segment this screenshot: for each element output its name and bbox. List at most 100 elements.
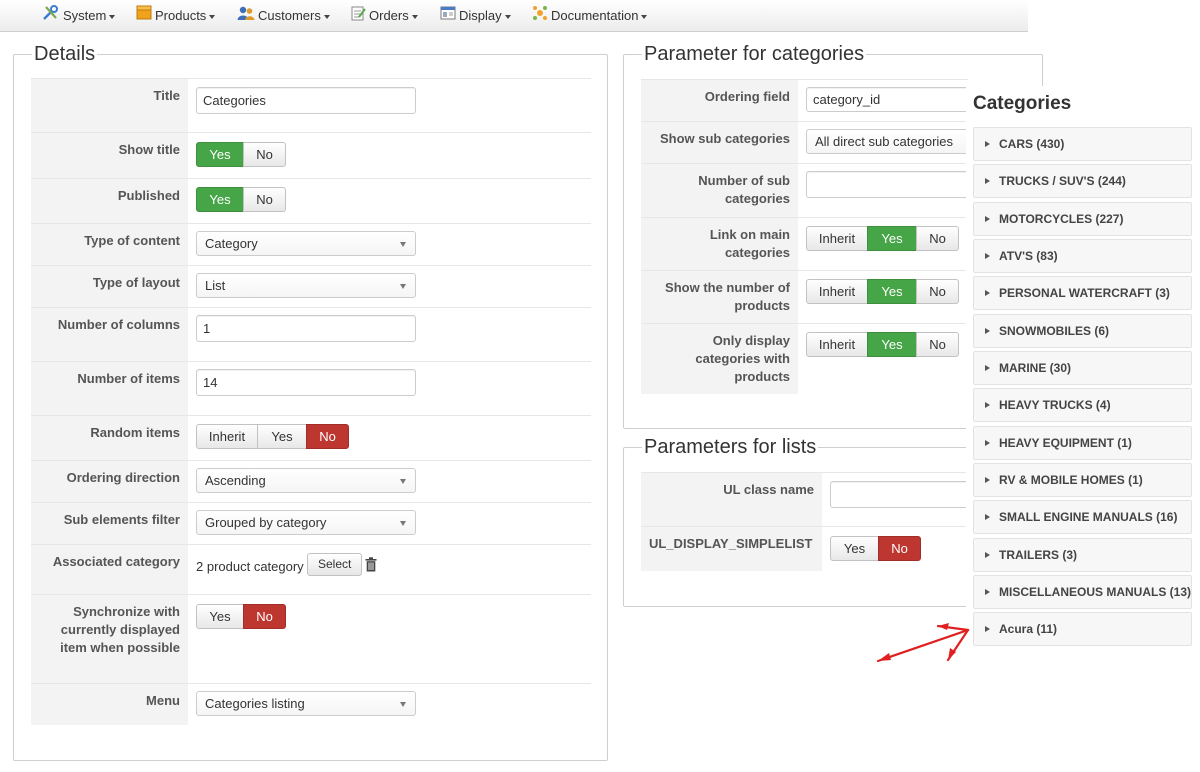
category-item[interactable]: MISCELLANEOUS MANUALS (13) xyxy=(973,575,1192,609)
sub-elements-filter-select[interactable]: Grouped by category xyxy=(196,510,416,535)
number-of-columns-input[interactable]: 1 xyxy=(196,315,416,342)
category-item[interactable]: PERSONAL WATERCRAFT (3) xyxy=(973,276,1192,310)
caret-right-icon xyxy=(985,253,990,259)
select-category-button[interactable]: Select xyxy=(307,553,363,576)
annotation-arrowhead xyxy=(878,653,891,661)
customers-icon xyxy=(237,1,255,32)
link-on-main-no-button[interactable]: No xyxy=(916,226,959,251)
category-item[interactable]: SNOWMOBILES (6) xyxy=(973,314,1192,348)
ordering-direction-select[interactable]: Ascending xyxy=(196,468,416,493)
param-categories-legend: Parameter for categories xyxy=(642,42,867,66)
random-items-label: Random items xyxy=(31,415,188,460)
menu-label: Menu xyxy=(31,683,188,725)
link-on-main-yes-button[interactable]: Yes xyxy=(867,226,917,251)
random-items-toggle: Inherit Yes No xyxy=(196,424,349,449)
category-item-label: SMALL ENGINE MANUALS (16) xyxy=(999,510,1178,524)
published-no-button[interactable]: No xyxy=(243,187,286,212)
category-item-label: PERSONAL WATERCRAFT (3) xyxy=(999,286,1170,300)
show-number-inherit-button[interactable]: Inherit xyxy=(806,279,868,304)
simplelist-yes-button[interactable]: Yes xyxy=(830,536,879,561)
menu-orders-label: Orders xyxy=(369,8,409,23)
caret-right-icon xyxy=(985,141,990,147)
menu-value: Categories listing xyxy=(205,696,305,711)
dropdown-arrow-icon xyxy=(400,702,406,707)
simplelist-no-button[interactable]: No xyxy=(878,536,921,561)
only-display-with-products-label: Only display categories with products xyxy=(641,323,798,394)
show-number-yes-button[interactable]: Yes xyxy=(867,279,917,304)
chevron-down-icon xyxy=(109,14,116,19)
category-item[interactable]: HEAVY EQUIPMENT (1) xyxy=(973,426,1192,460)
synchronize-toggle: Yes No xyxy=(196,604,286,629)
category-item-label: Acura (11) xyxy=(999,622,1058,636)
caret-right-icon xyxy=(985,440,990,446)
link-on-main-categories-label: Link on main categories xyxy=(641,217,798,270)
annotation-arrowhead xyxy=(938,623,949,630)
category-item-label: TRUCKS / SUV'S (244) xyxy=(999,174,1126,188)
menu-system[interactable]: System xyxy=(42,0,116,32)
annotation-arrow-line xyxy=(876,628,970,663)
menu-orders[interactable]: Orders xyxy=(350,0,418,32)
category-item-label: MARINE (30) xyxy=(999,361,1072,375)
chevron-down-icon xyxy=(641,14,648,19)
chevron-down-icon xyxy=(411,14,418,19)
caret-right-icon xyxy=(985,290,990,296)
synchronize-yes-button[interactable]: Yes xyxy=(196,604,244,629)
title-input[interactable]: Categories xyxy=(196,87,416,114)
number-of-items-input[interactable]: 14 xyxy=(196,369,416,396)
category-item-label: RV & MOBILE HOMES (1) xyxy=(999,473,1143,487)
category-item[interactable]: TRUCKS / SUV'S (244) xyxy=(973,164,1192,198)
show-title-toggle: Yes No xyxy=(196,142,286,167)
random-items-no-button[interactable]: No xyxy=(306,424,349,449)
category-item[interactable]: TRAILERS (3) xyxy=(973,538,1192,572)
only-display-inherit-button[interactable]: Inherit xyxy=(806,332,868,357)
type-of-content-select[interactable]: Category xyxy=(196,231,416,256)
caret-right-icon xyxy=(985,514,990,520)
category-item-label: MISCELLANEOUS MANUALS (13) xyxy=(999,585,1192,599)
random-items-yes-button[interactable]: Yes xyxy=(257,424,307,449)
category-item[interactable]: SMALL ENGINE MANUALS (16) xyxy=(973,500,1192,534)
only-display-no-button[interactable]: No xyxy=(916,332,959,357)
type-of-layout-label: Type of layout xyxy=(31,265,188,307)
show-number-of-products-toggle: Inherit Yes No xyxy=(806,279,959,304)
category-item[interactable]: MOTORCYCLES (227) xyxy=(973,202,1192,236)
synchronize-no-button[interactable]: No xyxy=(243,604,286,629)
category-item-label: SNOWMOBILES (6) xyxy=(999,324,1109,338)
published-yes-button[interactable]: Yes xyxy=(196,187,244,212)
show-title-yes-button[interactable]: Yes xyxy=(196,142,244,167)
chevron-down-icon xyxy=(323,14,330,19)
show-title-no-button[interactable]: No xyxy=(243,142,286,167)
title-label: Title xyxy=(31,78,188,132)
menu-select[interactable]: Categories listing xyxy=(196,691,416,716)
only-display-yes-button[interactable]: Yes xyxy=(867,332,917,357)
ul-display-simplelist-toggle: Yes No xyxy=(830,536,921,561)
show-number-no-button[interactable]: No xyxy=(916,279,959,304)
category-item[interactable]: CARS (430) xyxy=(973,127,1192,161)
menu-products[interactable]: Products xyxy=(136,0,216,32)
type-of-layout-select[interactable]: List xyxy=(196,273,416,298)
caret-right-icon xyxy=(985,552,990,558)
dropdown-arrow-icon xyxy=(400,284,406,289)
category-item-label: HEAVY TRUCKS (4) xyxy=(999,398,1111,412)
ordering-direction-label: Ordering direction xyxy=(31,460,188,502)
category-item[interactable]: Acura (11) xyxy=(973,612,1192,646)
category-item[interactable]: HEAVY TRUCKS (4) xyxy=(973,388,1192,422)
only-display-with-products-toggle: Inherit Yes No xyxy=(806,332,959,357)
caret-right-icon xyxy=(985,477,990,483)
category-item-label: TRAILERS (3) xyxy=(999,548,1077,562)
category-item-label: CARS (430) xyxy=(999,137,1065,151)
trash-icon[interactable] xyxy=(365,557,377,575)
caret-right-icon xyxy=(985,365,990,371)
menu-documentation[interactable]: Documentation xyxy=(532,0,648,32)
menu-customers[interactable]: Customers xyxy=(237,0,330,32)
category-item[interactable]: ATV'S (83) xyxy=(973,239,1192,273)
menu-display[interactable]: Display xyxy=(440,0,511,32)
category-item[interactable]: MARINE (30) xyxy=(973,351,1192,385)
associated-category-label: Associated category xyxy=(31,544,188,594)
category-item[interactable]: RV & MOBILE HOMES (1) xyxy=(973,463,1192,497)
number-of-columns-label: Number of columns xyxy=(31,307,188,361)
link-on-main-inherit-button[interactable]: Inherit xyxy=(806,226,868,251)
documentation-icon xyxy=(532,1,548,32)
chevron-down-icon xyxy=(209,14,216,19)
sub-elements-filter-label: Sub elements filter xyxy=(31,502,188,544)
random-items-inherit-button[interactable]: Inherit xyxy=(196,424,258,449)
